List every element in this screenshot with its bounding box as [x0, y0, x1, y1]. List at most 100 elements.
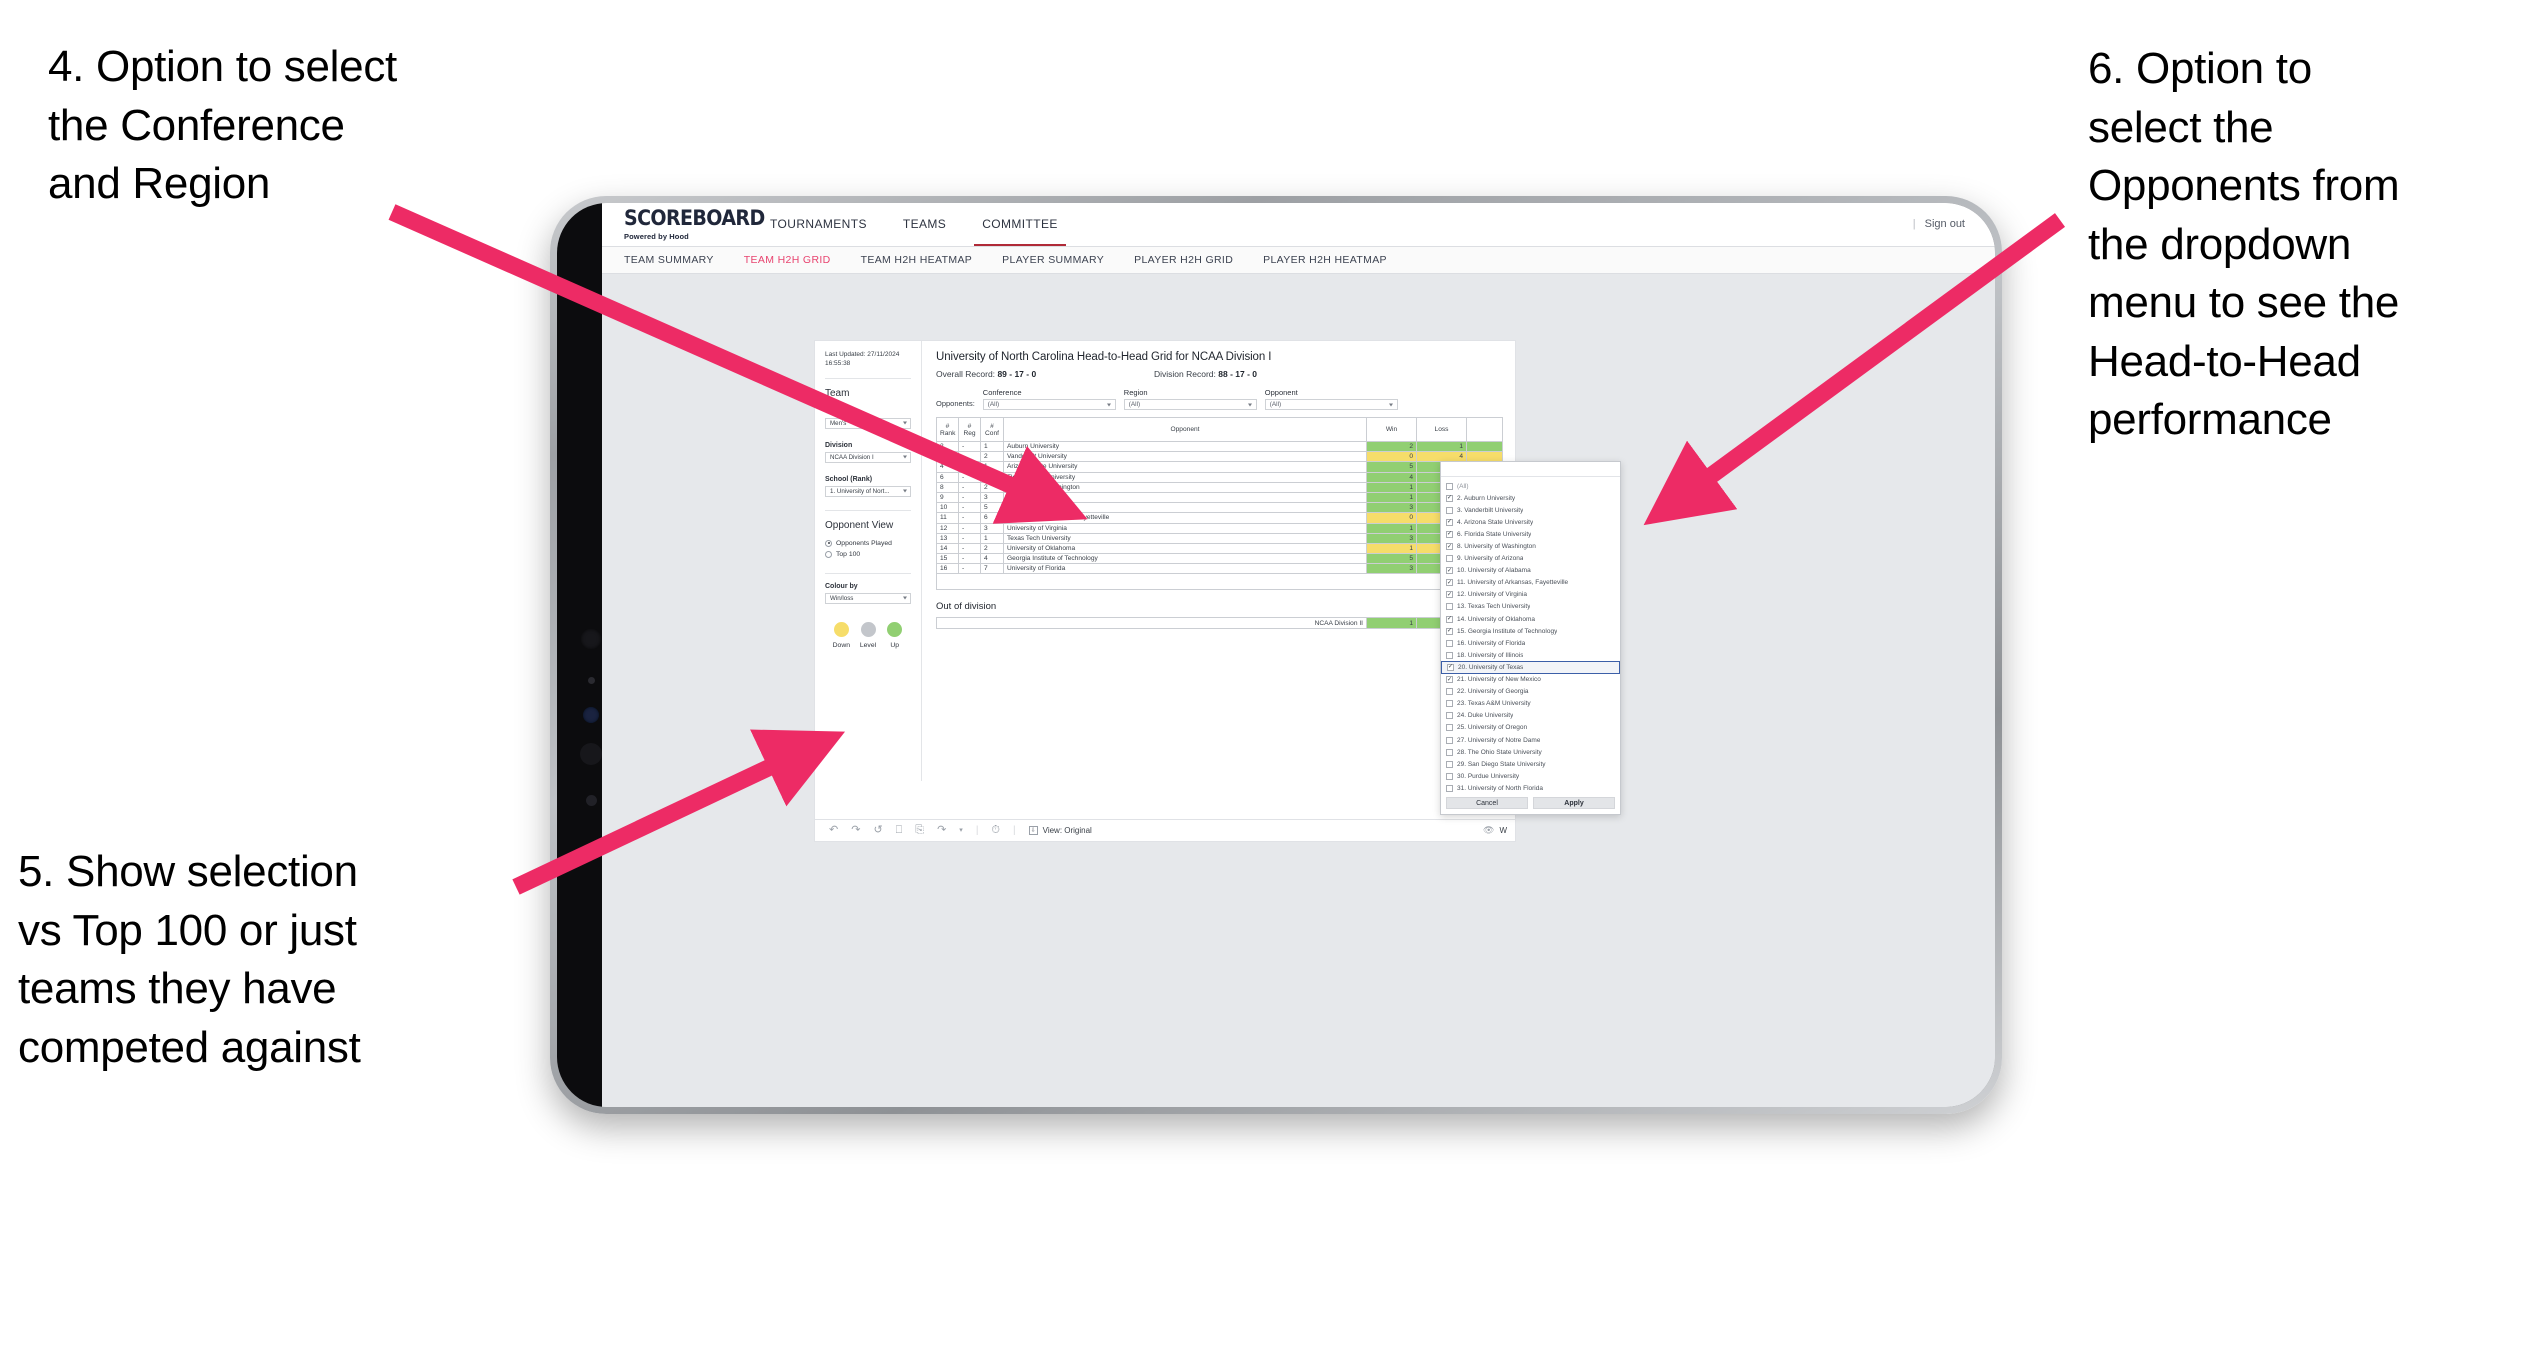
school-rank-select[interactable]: 1. University of Nort...	[825, 485, 911, 497]
conference-filter[interactable]: Conference (All)	[982, 388, 1116, 410]
history-icon[interactable]: ⏱	[991, 825, 1000, 836]
opponent-dropdown-list[interactable]: (All) ✓ 2. Auburn University 3. Vanderbilt …	[1441, 477, 1620, 793]
refresh-icon[interactable]: ⎘	[915, 825, 924, 836]
opponent-dropdown-search[interactable]	[1441, 462, 1620, 477]
opponent-dropdown-item[interactable]: 28. The Ohio State University	[1441, 746, 1620, 758]
opponent-dropdown-item[interactable]: 23. Texas A&M University	[1441, 698, 1620, 710]
opponent-dropdown-item[interactable]: (All)	[1441, 480, 1620, 492]
gender-select[interactable]: Men's	[825, 417, 911, 429]
opponent-dropdown-item[interactable]: 27. University of Notre Dame	[1441, 734, 1620, 746]
opponent-dropdown-item[interactable]: 13. Texas Tech University	[1441, 601, 1620, 613]
checkbox-unchecked-icon[interactable]	[1446, 651, 1453, 659]
subnav-player-summary[interactable]: PLAYER SUMMARY	[1002, 254, 1104, 266]
checkbox-checked-icon[interactable]: ✓	[1447, 663, 1454, 671]
checkbox-checked-icon[interactable]: ✓	[1446, 567, 1453, 575]
opponent-dropdown-item[interactable]: ✓ 11. University of Arkansas, Fayettevill…	[1441, 577, 1620, 589]
opponent-dropdown-item[interactable]: 18. University of Illinois	[1441, 649, 1620, 661]
table-row[interactable]: 10-5University of Alabama30	[936, 502, 1503, 514]
undo-icon[interactable]: ↶	[829, 825, 838, 836]
table-row[interactable]: 12-3University of Virginia10	[936, 522, 1503, 534]
opponent-dropdown-menu[interactable]: (All) ✓ 2. Auburn University 3. Vanderbilt …	[1440, 461, 1621, 815]
chevron-down-icon[interactable]: ▾	[959, 827, 963, 834]
checkbox-unchecked-icon[interactable]	[1446, 700, 1453, 708]
checkbox-unchecked-icon[interactable]	[1446, 603, 1453, 611]
opponent-dropdown-item[interactable]: ✓ 12. University of Virginia	[1441, 589, 1620, 601]
checkbox-unchecked-icon[interactable]	[1446, 482, 1453, 490]
checkbox-unchecked-icon[interactable]	[1446, 724, 1453, 732]
col-reg[interactable]: # Reg	[958, 417, 981, 442]
opponent-dropdown-item[interactable]: 24. Duke University	[1441, 710, 1620, 722]
opponent-filter[interactable]: Opponent (All)	[1264, 388, 1398, 410]
region-select[interactable]: (All)	[1123, 399, 1257, 410]
table-row[interactable]: 3-2 Vanderbilt University 0 4	[936, 451, 1503, 463]
opponent-dropdown-item[interactable]: 25. University of Oregon	[1441, 722, 1620, 734]
col-rank[interactable]: # Rank	[936, 417, 959, 442]
table-row[interactable]: 9-3University of Arizona10	[936, 491, 1503, 504]
checkbox-unchecked-icon[interactable]	[1446, 760, 1453, 768]
checkbox-unchecked-icon[interactable]	[1446, 688, 1453, 696]
checkbox-checked-icon[interactable]: ✓	[1446, 627, 1453, 635]
eye-icon[interactable]: 👁	[1483, 826, 1494, 835]
table-row[interactable]: 4-1Arizona State University51	[936, 461, 1503, 473]
checkbox-checked-icon[interactable]: ✓	[1446, 543, 1453, 551]
checkbox-checked-icon[interactable]: ✓	[1446, 530, 1453, 538]
revert-icon[interactable]: ↺	[873, 825, 882, 836]
opponent-select[interactable]: (All)	[1264, 399, 1398, 410]
checkbox-checked-icon[interactable]: ✓	[1446, 615, 1453, 623]
opponent-dropdown-item[interactable]: 9. University of Arizona	[1441, 553, 1620, 565]
col-win[interactable]: Win	[1366, 417, 1417, 442]
col-conf[interactable]: # Conf	[980, 417, 1004, 442]
checkbox-unchecked-icon[interactable]	[1446, 555, 1453, 563]
opponent-dropdown-item[interactable]: 31. University of North Florida	[1441, 782, 1620, 793]
table-row[interactable]: 2-1 Auburn University 2 1	[936, 440, 1503, 453]
share-icon[interactable]: ↷	[937, 825, 946, 836]
checkbox-checked-icon[interactable]: ✓	[1446, 494, 1453, 502]
checkbox-unchecked-icon[interactable]	[1446, 736, 1453, 744]
division-select[interactable]: NCAA Division I	[825, 451, 911, 463]
view-button[interactable]: ⇩ View: Original	[1028, 826, 1092, 835]
table-row[interactable]: NCAA Division II 1 0	[936, 617, 1503, 630]
table-row[interactable]: 6-2Florida State University42	[936, 471, 1503, 483]
nav-tournaments[interactable]: TOURNAMENTS	[752, 203, 885, 246]
subnav-player-h2h-grid[interactable]: PLAYER H2H GRID	[1134, 254, 1233, 266]
colour-by-select[interactable]: Win/loss	[825, 592, 911, 604]
opponent-dropdown-item[interactable]: ✓ 2. Auburn University	[1441, 492, 1620, 504]
apply-button[interactable]: Apply	[1533, 797, 1615, 809]
checkbox-checked-icon[interactable]: ✓	[1446, 579, 1453, 587]
subnav-team-h2h-grid[interactable]: TEAM H2H GRID	[744, 254, 831, 266]
subnav-player-h2h-heatmap[interactable]: PLAYER H2H HEATMAP	[1263, 254, 1387, 266]
conference-select[interactable]: (All)	[982, 399, 1116, 410]
checkbox-unchecked-icon[interactable]	[1446, 639, 1453, 647]
checkbox-unchecked-icon[interactable]	[1446, 506, 1453, 514]
subnav-team-summary[interactable]: TEAM SUMMARY	[624, 254, 714, 266]
opponent-dropdown-item[interactable]: 22. University of Georgia	[1441, 686, 1620, 698]
nav-committee[interactable]: COMMITTEE	[964, 203, 1076, 246]
signout-link[interactable]: Sign out	[1925, 218, 1965, 230]
opponent-dropdown-item[interactable]: ✓ 10. University of Alabama	[1441, 565, 1620, 577]
col-loss[interactable]: Loss	[1416, 417, 1467, 442]
opponent-dropdown-item[interactable]: 3. Vanderbilt University	[1441, 504, 1620, 516]
checkbox-checked-icon[interactable]: ✓	[1446, 676, 1453, 684]
checkbox-checked-icon[interactable]: ✓	[1446, 518, 1453, 526]
opponent-dropdown-item[interactable]: ✓ 6. Florida State University	[1441, 528, 1620, 540]
opponent-dropdown-item[interactable]: ✓ 21. University of New Mexico	[1441, 674, 1620, 686]
subnav-team-h2h-heatmap[interactable]: TEAM H2H HEATMAP	[861, 254, 973, 266]
checkbox-unchecked-icon[interactable]	[1446, 712, 1453, 720]
cancel-button[interactable]: Cancel	[1446, 797, 1528, 809]
checkbox-unchecked-icon[interactable]	[1446, 748, 1453, 756]
redo-icon[interactable]: ↷	[851, 825, 860, 836]
table-row[interactable]: 14-2University of Oklahoma12	[936, 542, 1503, 555]
table-row[interactable]: 8-2University of Washington10	[936, 481, 1503, 493]
opponent-dropdown-item[interactable]: 16. University of Florida	[1441, 637, 1620, 649]
table-row[interactable]: 13-1Texas Tech University30	[936, 532, 1503, 544]
opponent-dropdown-item[interactable]: 30. Purdue University	[1441, 770, 1620, 782]
pause-refresh-icon[interactable]: ⎕	[896, 825, 903, 836]
table-row[interactable]: 16-7University of Florida31	[936, 563, 1503, 575]
checkbox-unchecked-icon[interactable]	[1446, 772, 1453, 780]
opponent-dropdown-item[interactable]: ✓ 15. Georgia Institute of Technology	[1441, 625, 1620, 637]
opponent-dropdown-item[interactable]: ✓ 4. Arizona State University	[1441, 516, 1620, 528]
radio-opponents-played[interactable]: Opponents Played	[825, 539, 911, 547]
radio-top-100[interactable]: Top 100	[825, 550, 911, 558]
opponent-dropdown-item[interactable]: ✓ 14. University of Oklahoma	[1441, 613, 1620, 625]
nav-teams[interactable]: TEAMS	[885, 203, 964, 246]
